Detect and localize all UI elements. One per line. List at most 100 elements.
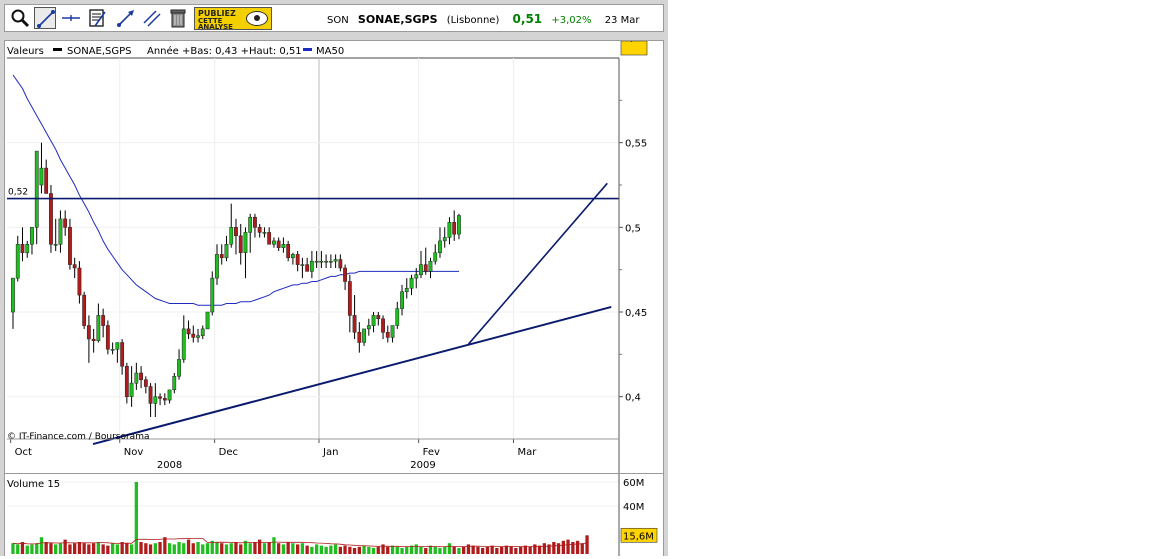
volume-bar [63, 539, 67, 554]
volume-bar [362, 545, 366, 554]
zoom-button[interactable] [9, 7, 31, 29]
candle [400, 284, 404, 316]
volume-bar [333, 544, 338, 554]
candle [101, 308, 106, 338]
last-price-label: 0,51 [624, 41, 646, 44]
ticker-code: SON [327, 15, 349, 26]
volume-bar [367, 546, 371, 554]
volume-bar [35, 543, 39, 554]
candle [262, 227, 267, 238]
candle-down [101, 315, 106, 326]
arrow-line-tool-button[interactable] [115, 7, 137, 29]
candle-up [53, 244, 58, 246]
volume-bar [163, 537, 167, 554]
volume-bar [291, 543, 295, 554]
candle-up [96, 315, 101, 342]
volume-bar [182, 543, 186, 554]
volume-bar [286, 542, 290, 554]
candle [324, 254, 329, 268]
publish-analysis-button[interactable]: PUBLIEZ CETTE ANALYSE [194, 7, 272, 31]
legend-series: SONAE,SGPS [67, 46, 132, 57]
candle [86, 315, 91, 363]
candle-down [49, 193, 53, 245]
parallel-lines-tool-button[interactable] [141, 7, 163, 29]
volume-bar [120, 542, 124, 554]
candle-down [63, 218, 68, 228]
price-chart[interactable]: 0,52 Oct Nov Dec Jan Fev Mar 2008 2009 0,55 0,5 0,… [5, 33, 663, 473]
candle-down [452, 222, 457, 235]
volume-bar [514, 548, 518, 554]
uptrend-line [467, 182, 608, 345]
volume-bar [585, 535, 589, 554]
candle-up [248, 216, 253, 233]
volume-bar [348, 546, 352, 554]
volume-bar [68, 544, 72, 554]
volume-bar [39, 537, 44, 554]
candle [295, 251, 300, 272]
candle [357, 322, 362, 353]
candle [290, 252, 295, 265]
candle [423, 247, 428, 275]
candle-up [210, 277, 215, 313]
candle [438, 227, 442, 258]
x-tick-label: Oct [15, 447, 32, 458]
candle-down [124, 365, 129, 397]
quote-header: SON SONAE,SGPS (Lisbonne) 0,51 +3,02% 23… [327, 12, 645, 26]
volume-bar [172, 544, 176, 554]
candle [281, 237, 286, 253]
volume-bar [400, 548, 404, 554]
volume-bar [509, 546, 513, 554]
trendline-tool-button[interactable] [34, 7, 56, 29]
candle [115, 342, 120, 363]
text-note-icon [89, 9, 106, 27]
candle [153, 383, 158, 417]
candle [196, 328, 200, 343]
candle-up [129, 382, 134, 397]
candle-up [181, 328, 186, 360]
volume-bar [433, 546, 437, 554]
candle [238, 223, 243, 265]
candle-up [319, 260, 324, 263]
stock-name: SONAE,SGPS [357, 13, 438, 26]
candle [77, 261, 82, 304]
candle-down [276, 240, 281, 248]
volume-chart-panel[interactable]: 60M 40M 15,6M Volume 15 [4, 474, 664, 556]
candle [219, 244, 224, 265]
candle [362, 328, 366, 346]
candle-up [11, 277, 15, 313]
candle [267, 227, 272, 245]
y-tick-label: 0,55 [625, 139, 647, 150]
candle-up [409, 277, 414, 289]
volume-bar [315, 544, 319, 554]
delete-drawings-button[interactable] [167, 7, 189, 29]
volume-bar [542, 543, 546, 554]
candle [366, 318, 371, 336]
volume-bar [258, 539, 262, 554]
volume-bar [220, 543, 224, 554]
candle [319, 251, 324, 268]
horizontal-line-tool-button[interactable] [60, 7, 82, 29]
candle-up [177, 359, 181, 377]
volume-bar [167, 543, 172, 554]
candle-up [224, 244, 229, 259]
volume-chart[interactable]: 60M 40M 15,6M Volume 15 [5, 474, 663, 556]
candle-down [234, 227, 238, 237]
price-chart-panel[interactable]: 0,52 Oct Nov Dec Jan Fev Mar 2008 2009 0,55 0,5 0,… [4, 33, 664, 474]
candle [200, 325, 205, 340]
candle-up [438, 240, 442, 254]
candle-down [68, 227, 72, 265]
volume-bar [447, 543, 452, 554]
candle-down [253, 216, 257, 228]
volume-bar [267, 542, 271, 554]
candle-down [343, 267, 347, 282]
volume-bar [419, 546, 423, 554]
candle-down [139, 372, 143, 381]
legend-stats: Année +Bas: 0,43 +Haut: 0,51 [147, 45, 302, 57]
volume-bar [82, 543, 86, 554]
volume-bar [462, 546, 466, 554]
candle [49, 185, 53, 253]
candle-up [281, 244, 286, 248]
candle-up [25, 244, 30, 254]
text-note-tool-button[interactable] [86, 7, 108, 29]
candle [381, 315, 385, 340]
